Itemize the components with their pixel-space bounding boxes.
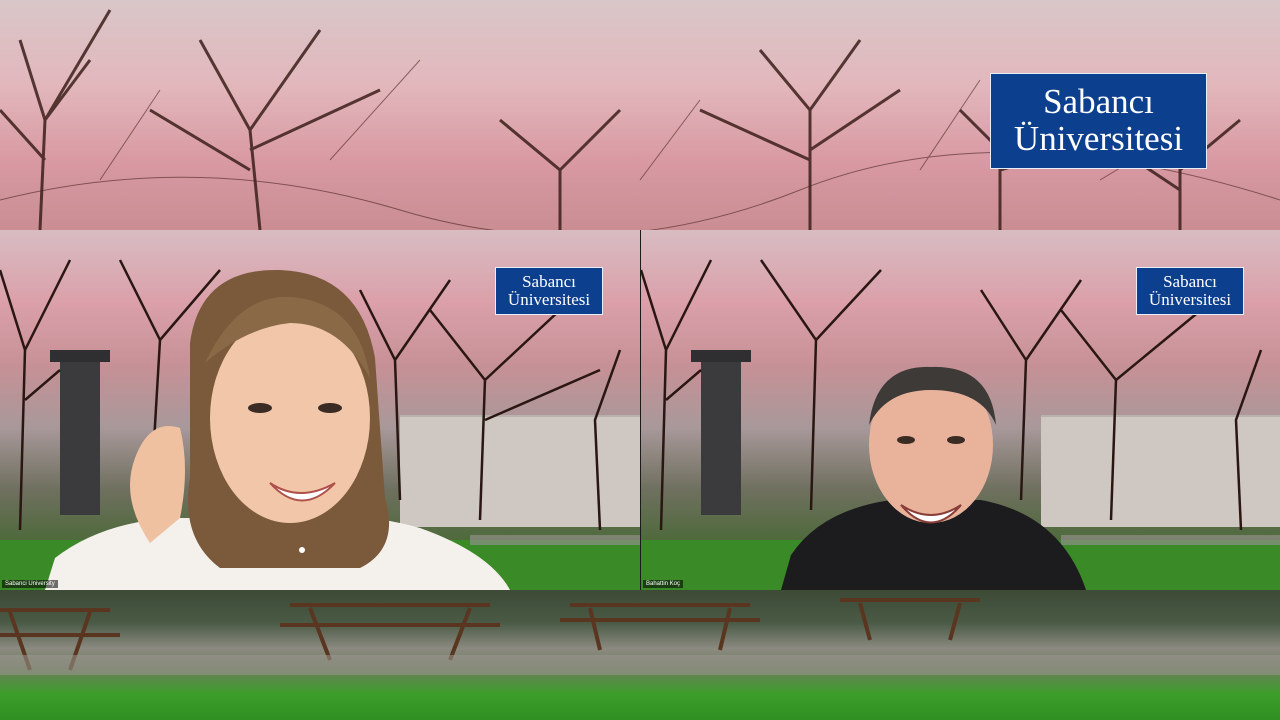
participant-video-man bbox=[781, 366, 1086, 590]
university-logo: Sabancı Üniversitesi bbox=[990, 73, 1207, 169]
tile-logo-right: Sabancı Üniversitesi bbox=[1136, 267, 1244, 315]
tile-logo-line-2: Üniversitesi bbox=[1148, 290, 1232, 309]
tile-logo-line-1: Sabancı bbox=[522, 272, 576, 292]
participant-tile-bahattin-koc[interactable]: Sabancı Üniversitesi Bahattin Koç bbox=[640, 230, 1280, 590]
participant-tile-sabanci-university[interactable]: Sabancı Üniversitesi Sabanci University bbox=[0, 230, 640, 590]
participant-video-woman bbox=[45, 269, 510, 590]
tile-logo-line-2: Üniversitesi bbox=[507, 290, 591, 309]
logo-line-2: Üniversitesi bbox=[1013, 119, 1184, 158]
participant-name-label: Sabanci University bbox=[2, 580, 58, 588]
logo-line-1: Sabancı bbox=[1043, 82, 1154, 122]
tile-logo-line-1: Sabancı bbox=[1163, 272, 1217, 292]
tile-logo-left: Sabancı Üniversitesi bbox=[495, 267, 603, 315]
participant-name-label: Bahattin Koç bbox=[643, 580, 684, 588]
